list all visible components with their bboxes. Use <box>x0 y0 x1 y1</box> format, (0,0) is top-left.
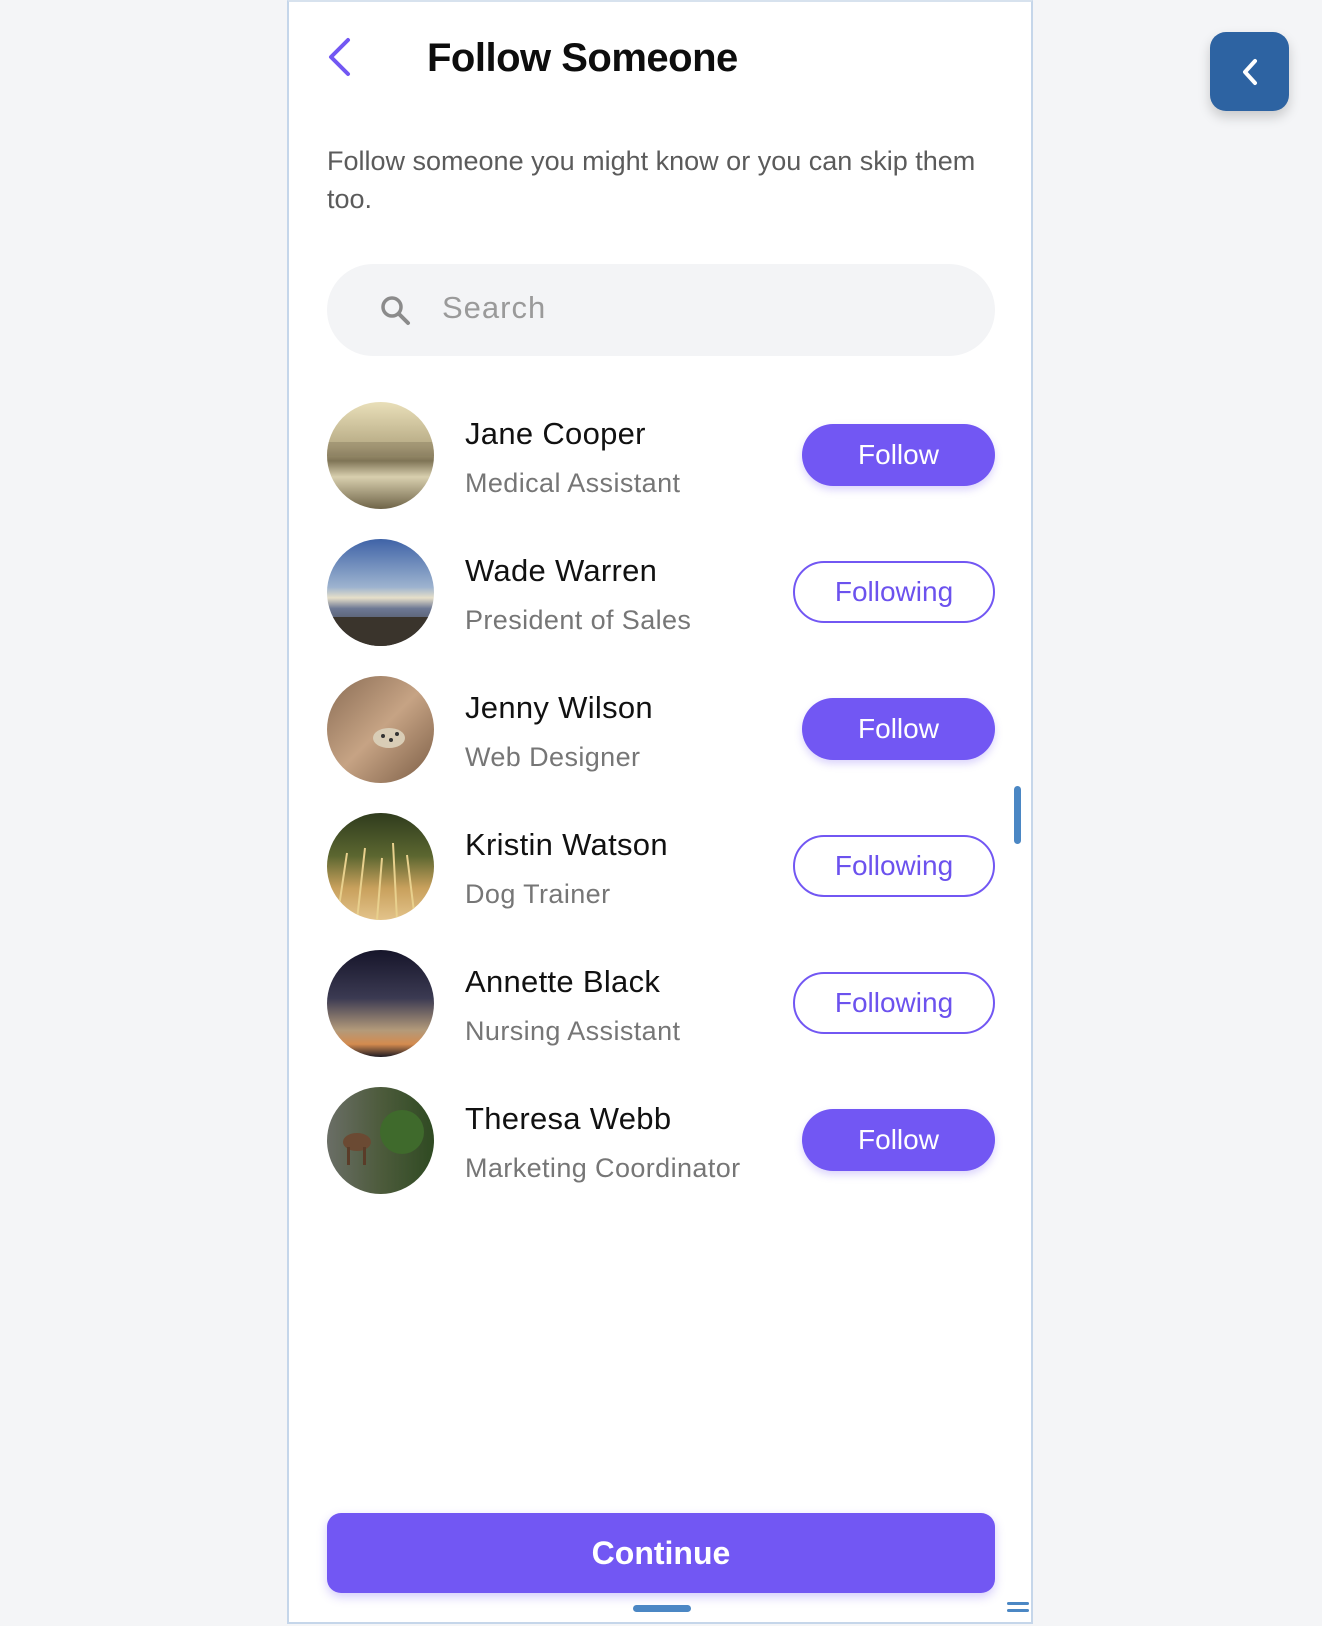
home-indicator <box>633 1605 691 1612</box>
follow-button[interactable]: Follow <box>802 698 995 760</box>
search-placeholder: Search <box>442 290 547 325</box>
follow-button[interactable]: Follow <box>802 424 995 486</box>
following-button[interactable]: Following <box>793 835 995 897</box>
person-name: Wade Warren <box>465 553 658 588</box>
collapse-panel-button[interactable] <box>1210 32 1289 111</box>
search-icon <box>381 296 410 325</box>
list-item: Jenny Wilson Web Designer Follow <box>327 676 995 784</box>
person-name: Annette Black <box>465 964 661 999</box>
avatar <box>327 950 434 1057</box>
avatar <box>327 676 434 783</box>
following-button[interactable]: Following <box>793 972 995 1034</box>
chevron-left-icon <box>329 38 350 76</box>
avatar <box>327 402 434 509</box>
avatar <box>327 813 434 920</box>
search-input[interactable]: Search <box>327 264 995 356</box>
person-role: Dog Trainer <box>465 879 611 909</box>
person-role: Nursing Assistant <box>465 1016 681 1046</box>
list-item: Jane Cooper Medical Assistant Follow <box>327 402 995 510</box>
person-name: Jane Cooper <box>465 416 646 451</box>
person-name: Jenny Wilson <box>465 690 653 725</box>
person-name: Theresa Webb <box>465 1101 672 1136</box>
list-item: Theresa Webb Marketing Coordinator Follo… <box>327 1087 995 1195</box>
person-name: Kristin Watson <box>465 827 668 862</box>
avatar <box>327 539 434 646</box>
person-role: Marketing Coordinator <box>465 1153 741 1183</box>
page-title: Follow Someone <box>427 36 738 80</box>
list-item: Kristin Watson Dog Trainer Following <box>327 813 995 921</box>
avatar <box>327 1087 434 1194</box>
phone-screen: Follow Someone Follow someone you might … <box>287 0 1033 1624</box>
person-role: President of Sales <box>465 605 692 635</box>
person-role: Medical Assistant <box>465 468 681 498</box>
following-button[interactable]: Following <box>793 561 995 623</box>
continue-button[interactable]: Continue <box>327 1513 995 1593</box>
intro-text: Follow someone you might know or you can… <box>327 146 976 214</box>
list-item: Wade Warren President of Sales Following <box>327 539 995 647</box>
chevron-left-icon <box>1242 58 1257 85</box>
person-role: Web Designer <box>465 742 641 772</box>
resize-handle-icon[interactable] <box>1007 1602 1029 1614</box>
scrollbar[interactable] <box>1014 786 1021 844</box>
back-button[interactable] <box>319 34 359 80</box>
list-item: Annette Black Nursing Assistant Followin… <box>327 950 995 1058</box>
follow-button[interactable]: Follow <box>802 1109 995 1171</box>
